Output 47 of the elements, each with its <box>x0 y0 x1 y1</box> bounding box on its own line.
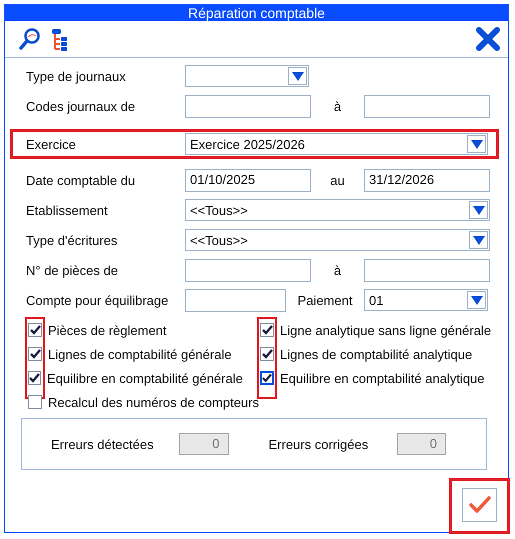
field-label: Type de journaux <box>26 68 127 84</box>
window-title: Réparation comptable <box>5 5 508 21</box>
field-label: Date comptable du <box>26 172 136 188</box>
checkbox-label: Equilibre en comptabilité analytique <box>280 370 485 386</box>
checkbox[interactable] <box>28 347 42 361</box>
checkbox[interactable] <box>260 371 274 385</box>
readonly-field: 0 <box>179 433 228 455</box>
field-label: Paiement <box>296 292 354 308</box>
checkbox[interactable] <box>28 323 42 337</box>
input-field[interactable] <box>364 258 490 282</box>
close-icon[interactable] <box>476 27 500 51</box>
field-label: Compte pour équilibrage <box>26 292 170 308</box>
input-field[interactable]: 31/12/2026 <box>364 168 490 192</box>
field-label: Erreurs détectées <box>51 436 155 452</box>
range-label: au <box>329 172 346 188</box>
field-label: Etablissement <box>26 202 109 218</box>
checkbox[interactable] <box>260 323 274 337</box>
field-label: Codes journaux de <box>26 98 136 114</box>
checkbox-label: Equilibre en comptabilité générale <box>47 370 243 386</box>
input-field[interactable]: 01/10/2025 <box>185 168 311 192</box>
range-label: à <box>332 98 342 114</box>
input-field[interactable] <box>185 258 311 282</box>
checkbox-label: Ligne analytique sans ligne générale <box>280 322 492 338</box>
tree-icon[interactable] <box>51 27 69 51</box>
checkbox[interactable] <box>28 395 42 409</box>
field-label: N° de pièces de <box>26 262 119 278</box>
dropdown[interactable]: <<Tous>> <box>185 229 490 251</box>
checkmark-icon <box>468 496 490 514</box>
checkbox[interactable] <box>260 347 274 361</box>
checkbox-label: Pièces de règlement <box>48 322 167 338</box>
search-icon[interactable] <box>19 27 41 51</box>
checkbox-label: Lignes de comptabilité analytique <box>280 346 472 362</box>
range-label: à <box>332 262 342 278</box>
checkbox-label: Recalcul des numéros de compteurs <box>48 394 259 410</box>
dropdown[interactable]: Exercice 2025/2026 <box>185 133 488 155</box>
ok-button[interactable] <box>462 488 497 522</box>
input-field[interactable] <box>185 288 286 312</box>
field-label: Exercice <box>26 136 77 152</box>
input-field[interactable] <box>185 94 311 118</box>
field-label: Erreurs corrigées <box>268 436 370 452</box>
dropdown[interactable]: 01 <box>364 289 488 311</box>
checkbox[interactable] <box>28 371 41 385</box>
field-label: Type d'écritures <box>26 232 118 248</box>
readonly-field: 0 <box>396 433 446 455</box>
checkbox-label: Lignes de comptabilité générale <box>48 346 232 362</box>
input-field[interactable] <box>364 94 490 118</box>
dropdown[interactable]: <<Tous>> <box>185 199 490 221</box>
